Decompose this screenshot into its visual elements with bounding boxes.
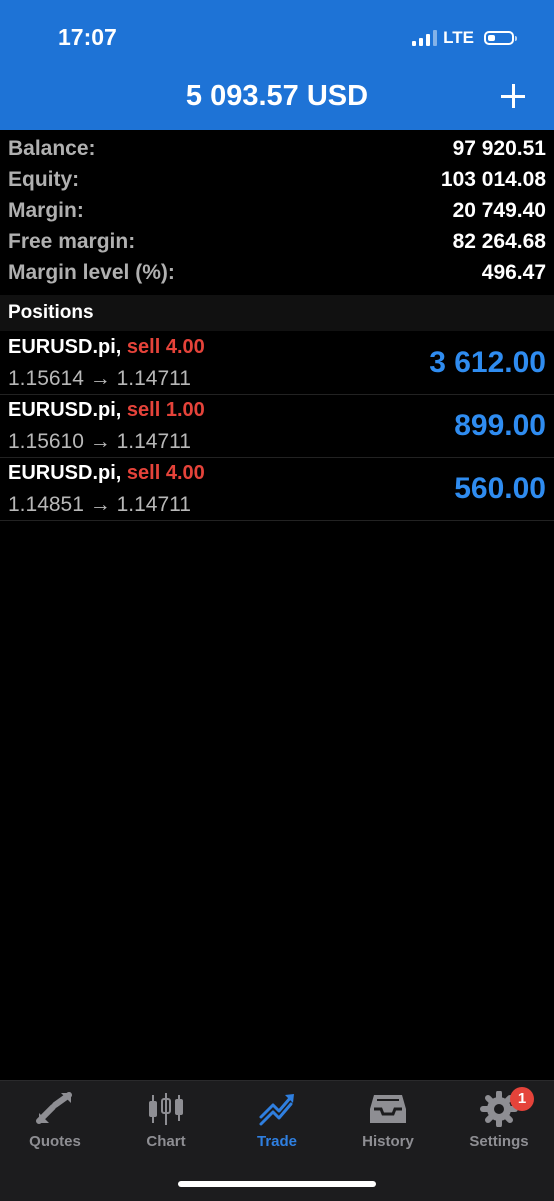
- position-symbol: EURUSD.pi,: [8, 399, 122, 421]
- position-header: EURUSD.pi, sell 4.00: [8, 462, 205, 485]
- tab-history[interactable]: History: [333, 1091, 443, 1157]
- tab-settings[interactable]: 1 Settings: [444, 1087, 554, 1157]
- summary-label: Free margin:: [8, 229, 136, 253]
- account-summary: Balance: 97 920.51 Equity: 103 014.08 Ma…: [0, 133, 554, 288]
- app-header: 17:07 LTE 5 093.57 USD: [0, 0, 554, 130]
- tab-quotes[interactable]: Quotes: [0, 1091, 110, 1157]
- tab-label: Settings: [469, 1133, 529, 1150]
- summary-label: Margin level (%):: [8, 260, 175, 284]
- position-header: EURUSD.pi, sell 1.00: [8, 399, 205, 422]
- history-icon: [370, 1095, 406, 1123]
- summary-row-balance: Balance: 97 920.51: [0, 133, 554, 164]
- positions-section-title: Positions: [0, 295, 554, 331]
- notification-badge: 1: [510, 1087, 534, 1111]
- tab-trade[interactable]: Trade: [222, 1091, 332, 1157]
- tab-label: Quotes: [29, 1133, 81, 1150]
- position-prices: 1.14851 → 1.14711: [8, 493, 191, 516]
- summary-row-free-margin: Free margin: 82 264.68: [0, 226, 554, 257]
- position-profit: 3 612.00: [429, 346, 546, 379]
- summary-row-margin-level: Margin level (%): 496.47: [0, 257, 554, 288]
- summary-value: 20 749.40: [452, 198, 546, 222]
- summary-label: Equity:: [8, 167, 80, 191]
- tab-label: History: [362, 1133, 414, 1150]
- summary-label: Balance:: [8, 136, 96, 160]
- trade-icon: [259, 1094, 294, 1126]
- battery-icon: [484, 31, 517, 45]
- home-indicator: [178, 1181, 376, 1187]
- summary-row-equity: Equity: 103 014.08: [0, 164, 554, 195]
- summary-value: 97 920.51: [452, 136, 546, 160]
- position-direction: sell 4.00: [126, 462, 205, 484]
- summary-label: Margin:: [8, 198, 84, 222]
- position-row[interactable]: EURUSD.pi, sell 4.00 1.15614 → 1.14711 3…: [0, 332, 554, 395]
- summary-value: 103 014.08: [440, 167, 546, 191]
- position-symbol: EURUSD.pi,: [8, 462, 122, 484]
- summary-value: 82 264.68: [452, 229, 546, 253]
- summary-row-margin: Margin: 20 749.40: [0, 195, 554, 226]
- status-indicators: LTE: [412, 26, 517, 50]
- position-direction: sell 1.00: [126, 399, 205, 421]
- position-row[interactable]: EURUSD.pi, sell 4.00 1.14851 → 1.14711 5…: [0, 458, 554, 521]
- account-profit-title: 5 093.57 USD: [185, 80, 369, 112]
- position-direction: sell 4.00: [126, 336, 205, 358]
- signal-icon: [412, 30, 438, 46]
- positions-list: EURUSD.pi, sell 4.00 1.15614 → 1.14711 3…: [0, 332, 554, 521]
- position-prices: 1.15614 → 1.14711: [8, 367, 191, 390]
- tab-chart[interactable]: Chart: [111, 1091, 221, 1157]
- position-row[interactable]: EURUSD.pi, sell 1.00 1.15610 → 1.14711 8…: [0, 395, 554, 458]
- chart-icon: [149, 1093, 183, 1125]
- summary-value: 496.47: [481, 260, 546, 284]
- quotes-icon: [36, 1092, 72, 1124]
- position-header: EURUSD.pi, sell 4.00: [8, 336, 205, 359]
- position-profit: 560.00: [454, 472, 546, 505]
- tab-label: Chart: [146, 1133, 186, 1150]
- network-type: LTE: [443, 28, 474, 47]
- position-profit: 899.00: [454, 409, 546, 442]
- position-prices: 1.15610 → 1.14711: [8, 430, 191, 453]
- tab-label: Trade: [256, 1133, 298, 1150]
- position-symbol: EURUSD.pi,: [8, 336, 122, 358]
- status-time: 17:07: [58, 24, 117, 50]
- add-order-button[interactable]: [498, 80, 530, 112]
